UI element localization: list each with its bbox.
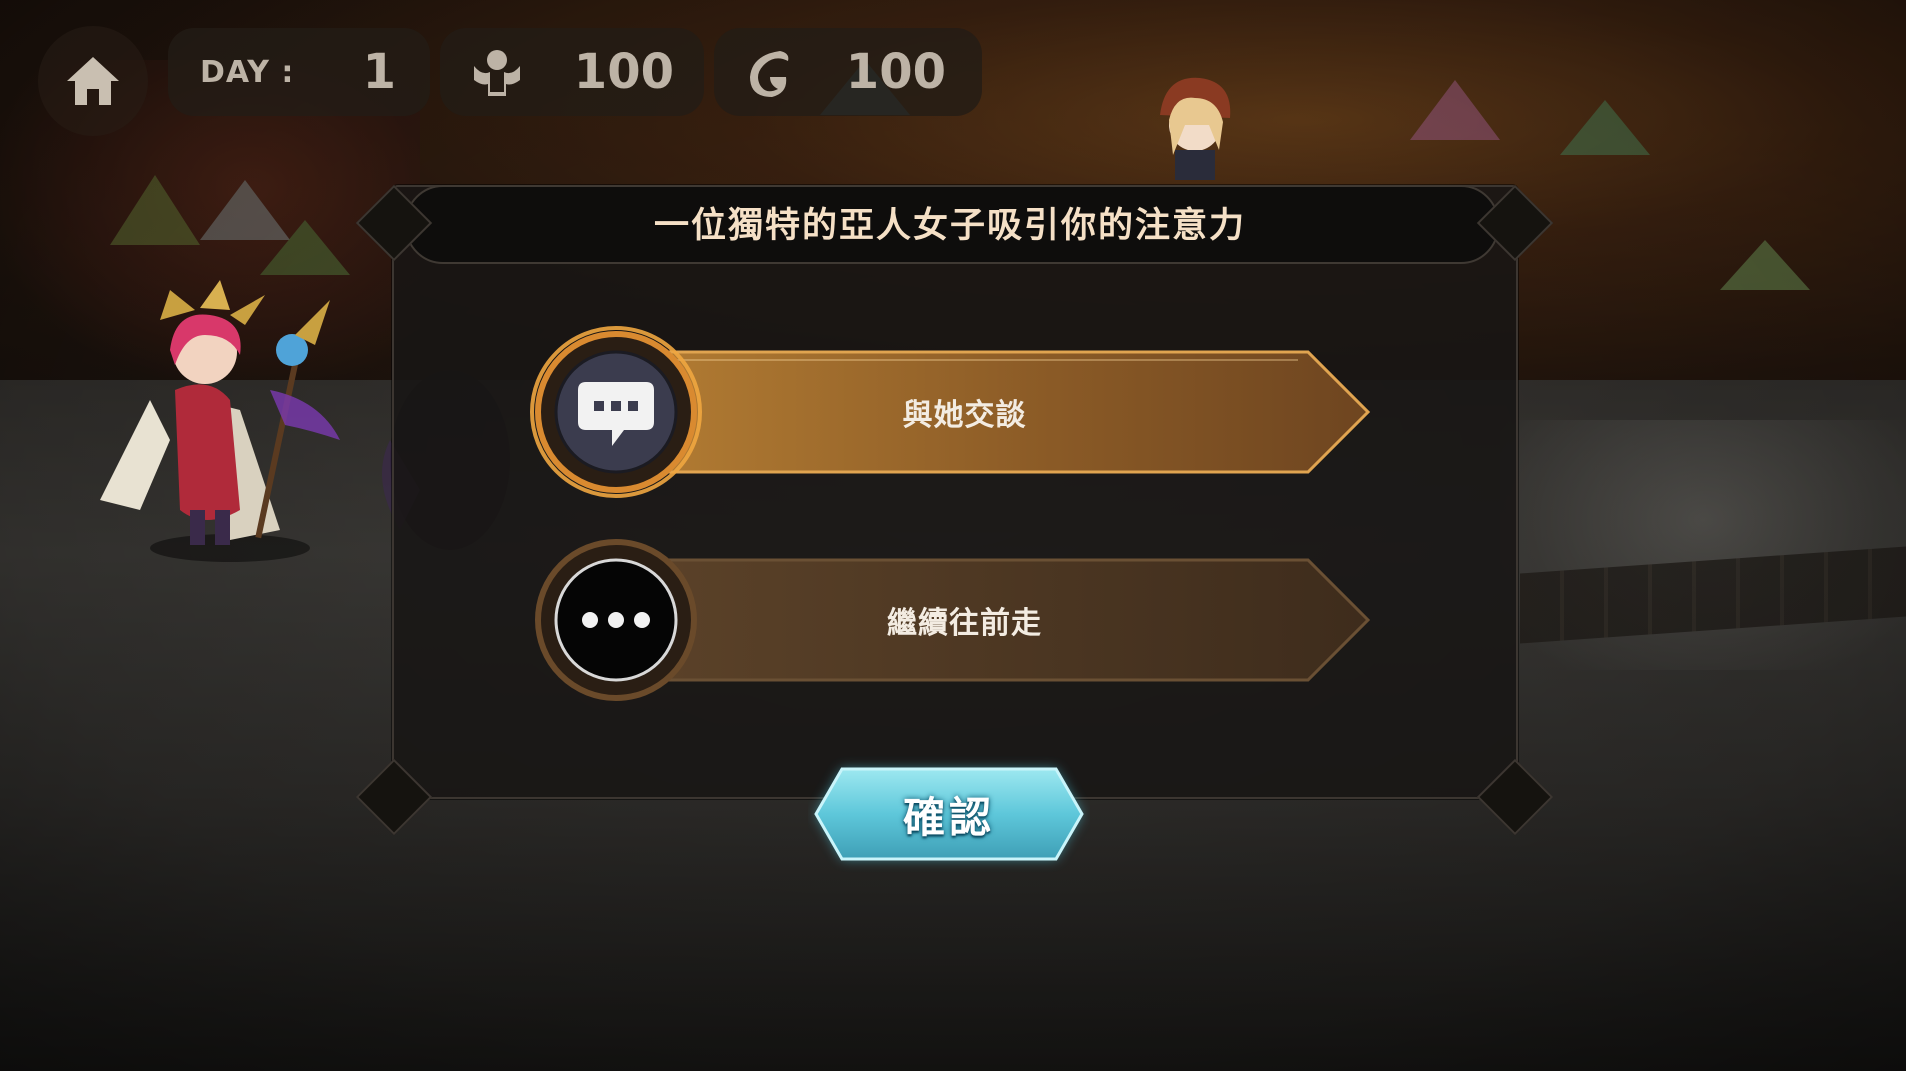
currency-value: 100 — [845, 44, 946, 100]
home-button[interactable] — [38, 26, 148, 136]
dialog-title: 一位獨特的亞人女子吸引你的注意力 — [653, 206, 1246, 246]
home-icon — [67, 57, 119, 105]
option-label: 與她交談 — [902, 398, 1027, 433]
option-keep-walking[interactable]: 繼續往前走 — [528, 539, 1401, 701]
option-talk-to-her[interactable]: 與她交談 — [528, 326, 1401, 498]
population-icon — [474, 50, 520, 96]
npc-girl-character — [1160, 77, 1231, 180]
ellipsis-icon — [582, 612, 650, 628]
currency-counter: 100 — [714, 28, 982, 116]
day-label: DAY : — [200, 54, 295, 90]
hero-character — [100, 280, 340, 562]
day-value: 1 — [362, 44, 396, 100]
day-counter: DAY : 1 — [168, 28, 430, 116]
option-label: 繼續往前走 — [887, 606, 1042, 641]
population-value: 100 — [573, 44, 674, 100]
population-counter: 100 — [440, 28, 704, 116]
confirm-button[interactable]: 確認 — [808, 755, 1090, 873]
currency-icon — [750, 51, 789, 97]
confirm-label: 確認 — [902, 792, 995, 842]
